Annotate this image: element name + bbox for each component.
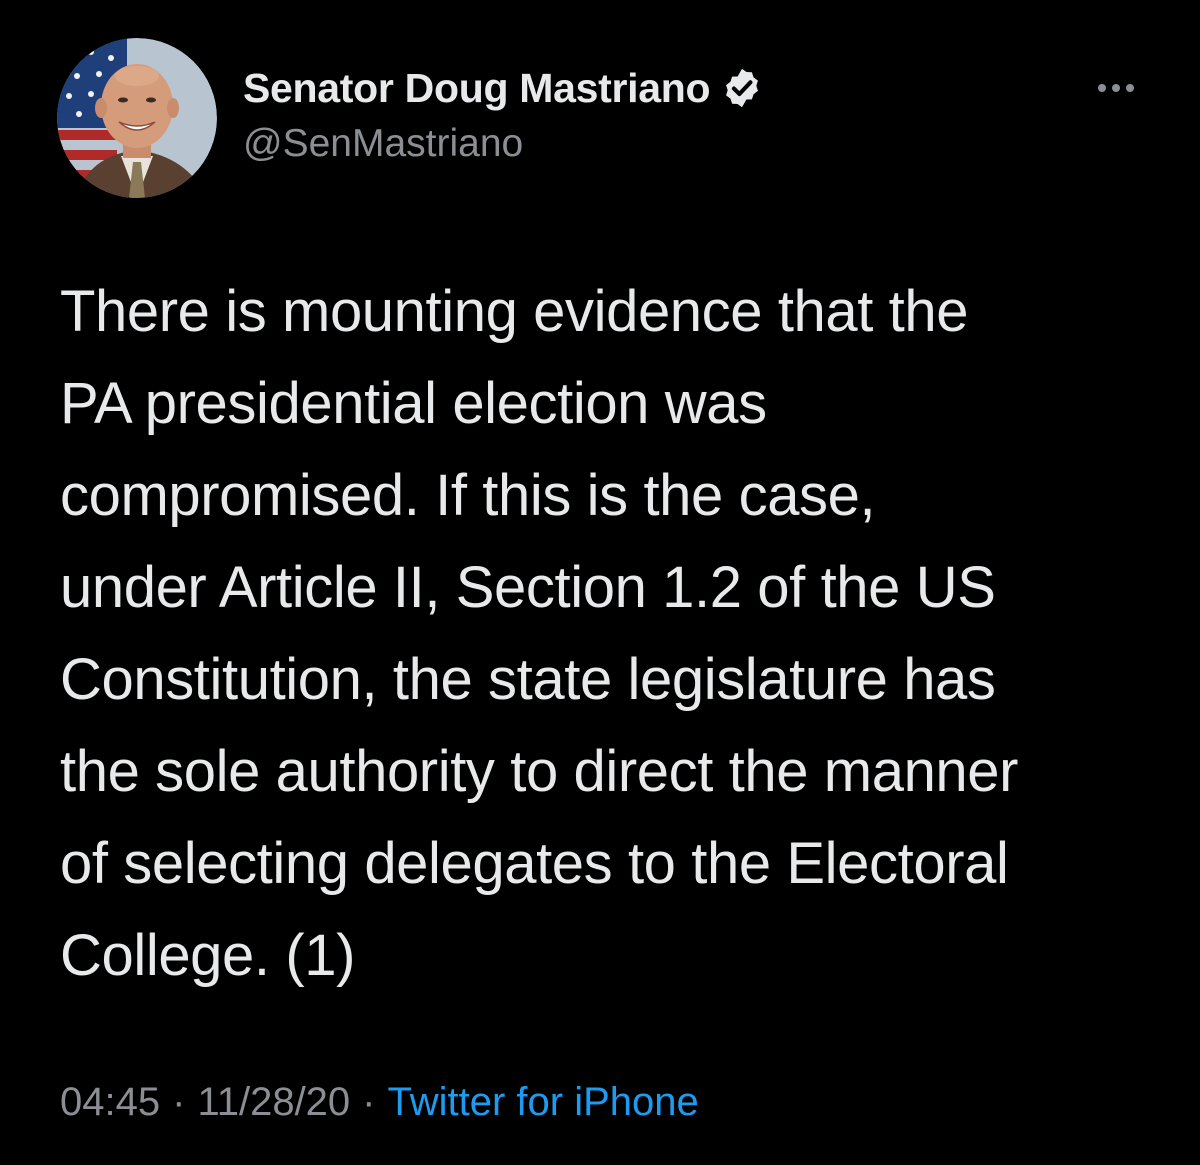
tweet-time[interactable]: 04:45 (60, 1080, 160, 1125)
meta-separator: · (172, 1080, 186, 1124)
author-avatar[interactable] (57, 38, 217, 198)
meta-separator: · (362, 1080, 376, 1124)
tweet-text: There is mounting evidence that the PA p… (60, 279, 1019, 988)
tweet-meta: 04:45 · 11/28/20 · Twitter for iPhone (60, 1080, 699, 1125)
author-handle[interactable]: @SenMastriano (243, 122, 523, 166)
profile-photo (57, 38, 217, 198)
author-display-name[interactable]: Senator Doug Mastriano (243, 65, 711, 112)
author-name-row: Senator Doug Mastriano (243, 62, 764, 114)
verified-badge-icon (720, 66, 764, 110)
tweet-source-link[interactable]: Twitter for iPhone (388, 1080, 699, 1125)
tweet-date[interactable]: 11/28/20 (197, 1080, 350, 1125)
more-options-icon[interactable] (1092, 74, 1140, 102)
tweet-card: Senator Doug Mastriano @SenMastriano The… (0, 0, 1200, 1165)
